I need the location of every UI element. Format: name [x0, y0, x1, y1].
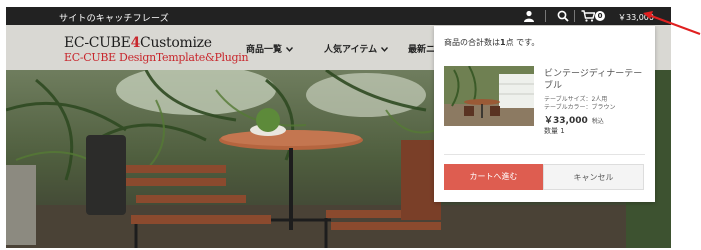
site-logo[interactable]: EC-CUBE4Customize — [64, 35, 212, 51]
checkout-button[interactable]: カートへ進む — [444, 164, 543, 190]
product-price: ￥33,000 税込 — [544, 116, 604, 126]
nav-products[interactable]: 商品一覧 — [246, 42, 294, 55]
cart-summary: 商品の合計数は1点 です。 — [444, 38, 540, 47]
cart-count-badge[interactable]: 0 — [595, 11, 605, 21]
chevron-down-icon — [286, 47, 294, 52]
cart-icon[interactable] — [581, 10, 595, 22]
site-logo-subtitle[interactable]: EC-CUBE DesignTemplate&Plugin — [64, 51, 249, 64]
chevron-down-icon — [381, 47, 389, 52]
product-thumbnail[interactable] — [444, 66, 534, 126]
tax-label: 税込 — [591, 118, 604, 125]
divider — [545, 10, 546, 22]
divider — [444, 154, 645, 155]
nav-latest[interactable]: 最新ニ — [408, 42, 435, 55]
nav-popular-items[interactable]: 人気アイテム — [324, 42, 389, 55]
search-icon[interactable] — [557, 10, 569, 22]
site-catchphrase: サイトのキャッチフレーズ — [59, 14, 169, 24]
cart-popup: 商品の合計数は1点 です。 ビンテージディナーテーブル テーブルサイズ：2人用 … — [434, 26, 655, 202]
product-quantity: 数量 1 — [544, 127, 565, 135]
top-bar: サイトのキャッチフレーズ 0 ￥33,000 — [6, 7, 671, 25]
product-name[interactable]: ビンテージディナーテーブル — [544, 68, 649, 92]
cancel-button[interactable]: キャンセル — [543, 164, 644, 190]
user-icon[interactable] — [523, 10, 535, 22]
divider — [574, 10, 575, 22]
product-option-color: テーブルカラー：ブラウン — [544, 104, 616, 111]
